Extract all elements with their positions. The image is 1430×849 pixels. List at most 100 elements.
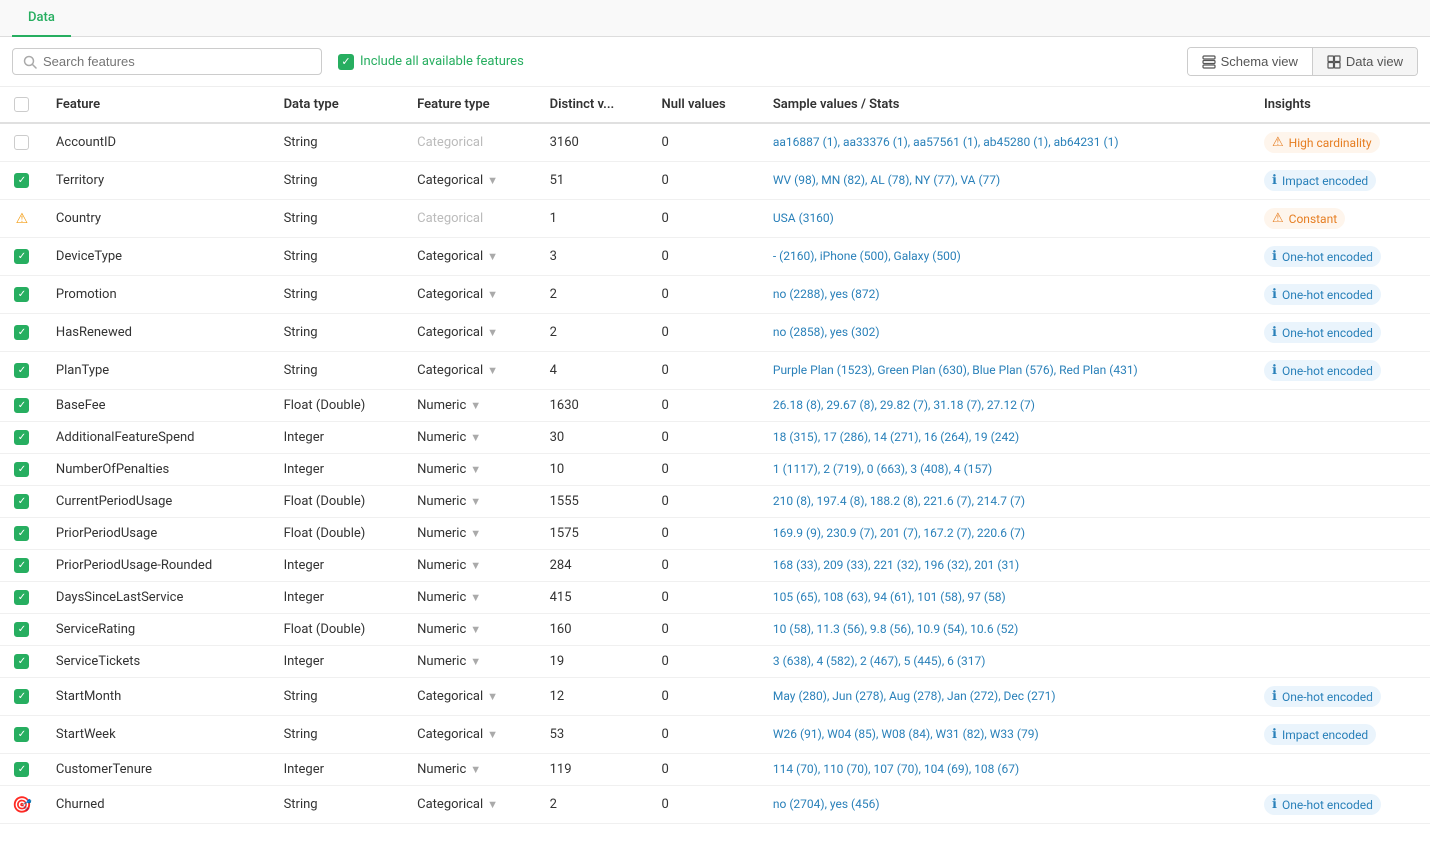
insights-cell bbox=[1252, 614, 1430, 646]
feature-type: Numeric▼ bbox=[405, 550, 537, 582]
dropdown-icon[interactable]: ▼ bbox=[470, 591, 481, 604]
feature-type: Numeric▼ bbox=[405, 646, 537, 678]
tab-data[interactable]: Data bbox=[12, 0, 71, 37]
feature-name: DaysSinceLastService bbox=[44, 582, 272, 614]
feature-type: Numeric▼ bbox=[405, 454, 537, 486]
table-row: NumberOfPenalties Integer Numeric▼ 10 0 … bbox=[0, 454, 1430, 486]
data-type: Integer bbox=[272, 646, 406, 678]
insight-badge: ℹImpact encoded bbox=[1264, 724, 1376, 745]
dropdown-icon[interactable]: ▼ bbox=[487, 288, 498, 301]
dropdown-icon[interactable]: ▼ bbox=[470, 399, 481, 412]
table-row: PlanType String Categorical▼ 4 0 Purple … bbox=[0, 352, 1430, 390]
dropdown-icon[interactable]: ▼ bbox=[487, 364, 498, 377]
row-checkbox[interactable] bbox=[14, 430, 29, 445]
insights-cell: ℹ One-hot encoded bbox=[1252, 314, 1430, 352]
insights-cell: ⚠High cardinality bbox=[1252, 123, 1430, 162]
sample-cell: W26 (91), W04 (85), W08 (84), W31 (82), … bbox=[761, 716, 1252, 754]
col-header-sample: Sample values / Stats bbox=[761, 87, 1252, 123]
dropdown-icon[interactable]: ▼ bbox=[470, 763, 481, 776]
sample-cell: no (2704), yes (456) bbox=[761, 786, 1252, 824]
include-all-features[interactable]: Include all available features bbox=[338, 54, 524, 70]
insight-text: High cardinality bbox=[1289, 136, 1372, 150]
dropdown-icon[interactable]: ▼ bbox=[470, 623, 481, 636]
sample-cell: 169.9 (9), 230.9 (7), 201 (7), 167.2 (7)… bbox=[761, 518, 1252, 550]
feature-type-label: Categorical bbox=[417, 689, 483, 704]
row-checkbox[interactable] bbox=[14, 398, 29, 413]
dropdown-icon[interactable]: ▼ bbox=[487, 250, 498, 263]
table-row: ServiceTickets Integer Numeric▼ 19 0 3 (… bbox=[0, 646, 1430, 678]
search-box bbox=[12, 48, 322, 75]
dropdown-icon[interactable]: ▼ bbox=[470, 495, 481, 508]
insight-badge: ⚠Constant bbox=[1264, 208, 1345, 229]
feature-type: Categorical bbox=[405, 123, 537, 162]
row-checkbox[interactable] bbox=[14, 526, 29, 541]
distinct-values: 160 bbox=[538, 614, 650, 646]
feature-type-label: Categorical bbox=[417, 325, 483, 340]
row-checkbox[interactable] bbox=[14, 590, 29, 605]
insights-cell bbox=[1252, 582, 1430, 614]
row-checkbox[interactable] bbox=[14, 558, 29, 573]
insight-badge: ℹOne-hot encoded bbox=[1264, 794, 1381, 815]
feature-name: Country bbox=[44, 200, 272, 238]
insight-icon: ℹ bbox=[1272, 325, 1277, 340]
check-cell bbox=[0, 716, 44, 754]
feature-type-label: Numeric bbox=[417, 762, 466, 777]
features-table: Feature Data type Feature type Distinct … bbox=[0, 87, 1430, 824]
row-checkbox[interactable] bbox=[14, 135, 29, 150]
data-type: String bbox=[272, 352, 406, 390]
feature-name: Territory bbox=[44, 162, 272, 200]
insight-icon: ℹ bbox=[1272, 363, 1277, 378]
feature-name: AdditionalFeatureSpend bbox=[44, 422, 272, 454]
insights-cell: ℹOne-hot encoded bbox=[1252, 786, 1430, 824]
row-checkbox[interactable] bbox=[14, 622, 29, 637]
dropdown-icon[interactable]: ▼ bbox=[470, 463, 481, 476]
row-checkbox[interactable] bbox=[14, 727, 29, 742]
row-checkbox[interactable] bbox=[14, 325, 29, 340]
col-header-check bbox=[0, 87, 44, 123]
dropdown-icon[interactable]: ▼ bbox=[487, 798, 498, 811]
row-checkbox[interactable] bbox=[14, 363, 29, 378]
insight-text: One-hot encoded bbox=[1282, 326, 1373, 340]
table-row: CustomerTenure Integer Numeric▼ 119 0 11… bbox=[0, 754, 1430, 786]
dropdown-icon[interactable]: ▼ bbox=[487, 690, 498, 703]
feature-type: Numeric▼ bbox=[405, 614, 537, 646]
data-type: Integer bbox=[272, 422, 406, 454]
dropdown-icon[interactable]: ▼ bbox=[470, 559, 481, 572]
search-input[interactable] bbox=[43, 54, 311, 69]
sample-cell: aa16887 (1), aa33376 (1), aa57561 (1), a… bbox=[761, 123, 1252, 162]
row-checkbox[interactable] bbox=[14, 494, 29, 509]
data-type: Integer bbox=[272, 550, 406, 582]
row-checkbox[interactable] bbox=[14, 654, 29, 669]
dropdown-icon[interactable]: ▼ bbox=[487, 326, 498, 339]
row-checkbox[interactable] bbox=[14, 173, 29, 188]
dropdown-icon[interactable]: ▼ bbox=[470, 655, 481, 668]
dropdown-icon[interactable]: ▼ bbox=[487, 728, 498, 741]
insight-badge: ℹOne-hot encoded bbox=[1264, 360, 1381, 381]
col-header-distinct: Distinct v... bbox=[538, 87, 650, 123]
data-type: Float (Double) bbox=[272, 614, 406, 646]
row-checkbox[interactable] bbox=[14, 287, 29, 302]
insight-icon: ℹ bbox=[1272, 797, 1277, 812]
row-checkbox-warning[interactable]: ⚠ bbox=[14, 211, 29, 226]
row-checkbox[interactable] bbox=[14, 762, 29, 777]
row-checkbox[interactable] bbox=[14, 249, 29, 264]
data-type: String bbox=[272, 123, 406, 162]
sample-values: W26 (91), W04 (85), W08 (84), W31 (82), … bbox=[773, 727, 1039, 741]
row-checkbox[interactable] bbox=[14, 689, 29, 704]
schema-view-label: Schema view bbox=[1221, 54, 1298, 69]
feature-name: PriorPeriodUsage-Rounded bbox=[44, 550, 272, 582]
data-type: String bbox=[272, 238, 406, 276]
dropdown-icon[interactable]: ▼ bbox=[470, 431, 481, 444]
data-view-button[interactable]: Data view bbox=[1312, 48, 1417, 75]
sample-cell: 1 (1117), 2 (719), 0 (663), 3 (408), 4 (… bbox=[761, 454, 1252, 486]
table-row: Territory String Categorical▼ 51 0 WV (9… bbox=[0, 162, 1430, 200]
row-checkbox[interactable] bbox=[14, 462, 29, 477]
check-cell bbox=[0, 422, 44, 454]
schema-view-button[interactable]: Schema view bbox=[1188, 48, 1312, 75]
check-cell: ⚠ bbox=[0, 200, 44, 238]
sample-values: 169.9 (9), 230.9 (7), 201 (7), 167.2 (7)… bbox=[773, 526, 1025, 540]
sample-values: WV (98), MN (82), AL (78), NY (77), VA (… bbox=[773, 173, 1000, 187]
header-checkbox[interactable] bbox=[14, 97, 29, 112]
dropdown-icon[interactable]: ▼ bbox=[470, 527, 481, 540]
dropdown-icon[interactable]: ▼ bbox=[487, 174, 498, 187]
